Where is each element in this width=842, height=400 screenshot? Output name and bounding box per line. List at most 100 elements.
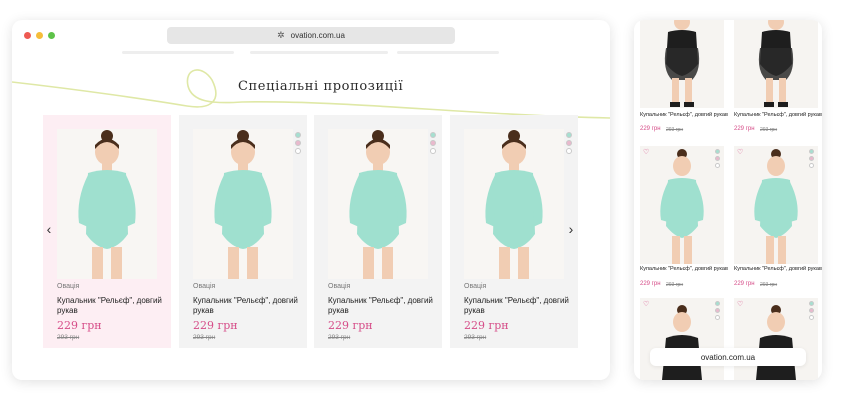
product-price: 229 грн: [328, 319, 373, 332]
product-card[interactable]: Овація Купальник "Рельєф", довгий рукав …: [179, 115, 307, 348]
swatch-white[interactable]: [715, 163, 720, 168]
carousel-prev-button[interactable]: ‹: [43, 221, 55, 237]
product-photo[interactable]: [328, 129, 428, 279]
swatch-pink[interactable]: [295, 140, 301, 146]
product-brand: Овація: [328, 283, 351, 290]
minimize-window-dot[interactable]: [36, 32, 43, 39]
product-photo[interactable]: [734, 146, 818, 264]
carousel-next-button[interactable]: ›: [565, 221, 577, 237]
swatch-white[interactable]: [566, 148, 572, 154]
color-swatches: [430, 132, 436, 154]
product-photo[interactable]: [464, 129, 564, 279]
product-brand: Овація: [193, 283, 216, 290]
girl-mint-leotard-image: [78, 130, 136, 279]
product-name[interactable]: Купальник "Рельєф", довгий рукав: [464, 296, 570, 316]
product-old-price: 293 грн: [57, 334, 80, 341]
swatch-mint[interactable]: [809, 149, 814, 154]
product-old-price: 293 грн: [760, 127, 778, 133]
product-card[interactable]: Овація Купальник "Рельєф", довгий рукав …: [43, 115, 171, 348]
swatch-white[interactable]: [295, 148, 301, 154]
product-card[interactable]: Овація Купальник "Рельєф", довгий рукав …: [314, 115, 442, 348]
heart-icon[interactable]: ♡: [737, 300, 743, 308]
product-photo[interactable]: [734, 298, 818, 380]
mobile-address-bar[interactable]: ovation.com.ua: [650, 348, 806, 366]
swatch-pink[interactable]: [430, 140, 436, 146]
swatch-pink[interactable]: [715, 308, 720, 313]
product-name[interactable]: Купальник "Рельєф", довгий рукав: [193, 296, 299, 316]
heart-icon[interactable]: ♡: [643, 300, 649, 308]
chevron-left-icon: ‹: [46, 221, 52, 237]
product-price: 229 грн: [193, 319, 238, 332]
heart-icon[interactable]: ♡: [643, 148, 649, 156]
nav-placeholder-bar: [250, 51, 388, 54]
girl-black-leotard-image: [662, 305, 702, 380]
swatch-pink[interactable]: [566, 140, 572, 146]
product-price: 229 грн: [464, 319, 509, 332]
product-price: 229 грн: [640, 281, 661, 287]
swatch-white[interactable]: [430, 148, 436, 154]
swatch-white[interactable]: [715, 315, 720, 320]
product-brand: Овація: [464, 283, 487, 290]
desktop-browser-window: ✲ ovation.com.ua Спеціальні пропозиції О…: [12, 20, 610, 380]
swatch-white[interactable]: [809, 163, 814, 168]
product-old-price: 293 грн: [193, 334, 216, 341]
product-photo[interactable]: [193, 129, 293, 279]
color-swatches: [809, 301, 814, 320]
swatch-pink[interactable]: [809, 156, 814, 161]
girl-mint-leotard-image: [349, 130, 407, 279]
product-old-price: 293 грн: [760, 282, 778, 288]
product-name[interactable]: Купальник "Рельєф", довгий рукав: [57, 296, 163, 316]
color-swatches: [715, 301, 720, 320]
girl-black-leotard-image: [756, 305, 796, 380]
product-name[interactable]: Купальник "Рельєф", довгий рукав: [734, 112, 822, 119]
swatch-mint[interactable]: [430, 132, 436, 138]
girl-black-leotard-image: [664, 20, 700, 107]
chevron-right-icon: ›: [568, 221, 574, 237]
mobile-address-url: ovation.com.ua: [700, 352, 756, 362]
swatch-mint[interactable]: [809, 301, 814, 306]
girl-black-leotard-image: [758, 20, 794, 107]
girl-mint-leotard-image: [485, 130, 543, 279]
heart-icon[interactable]: ♡: [737, 148, 743, 156]
girl-mint-leotard-image: [754, 149, 798, 264]
product-name[interactable]: Купальник "Рельєф", довгий рукав: [640, 266, 728, 273]
product-price: 229 грн: [57, 319, 102, 332]
swatch-white[interactable]: [809, 315, 814, 320]
section-title: Спеціальні пропозиції: [238, 79, 404, 94]
ovation-logo-icon: ✲: [277, 30, 285, 40]
product-old-price: 293 грн: [328, 334, 351, 341]
product-photo[interactable]: [640, 20, 724, 108]
product-price: 229 грн: [734, 126, 755, 132]
product-photo[interactable]: [640, 298, 724, 380]
product-photo[interactable]: [734, 20, 818, 108]
nav-placeholder-bar: [122, 51, 234, 54]
close-window-dot[interactable]: [24, 32, 31, 39]
product-brand: Овація: [57, 283, 80, 290]
maximize-window-dot[interactable]: [48, 32, 55, 39]
address-bar[interactable]: ✲ ovation.com.ua: [167, 27, 455, 44]
color-swatches: [566, 132, 572, 154]
product-price: 229 грн: [640, 126, 661, 132]
mobile-phone-screen: Купальник "Рельєф", довгий рукав 229 грн…: [634, 20, 822, 380]
product-card[interactable]: Овація Купальник "Рельєф", довгий рукав …: [450, 115, 578, 348]
girl-mint-leotard-image: [660, 149, 704, 264]
address-bar-url: ovation.com.ua: [290, 31, 345, 40]
swatch-mint[interactable]: [566, 132, 572, 138]
color-swatches: [295, 132, 301, 154]
swatch-pink[interactable]: [809, 308, 814, 313]
swatch-mint[interactable]: [295, 132, 301, 138]
product-photo[interactable]: [640, 146, 724, 264]
color-swatches: [715, 149, 720, 168]
swatch-mint[interactable]: [715, 301, 720, 306]
product-photo[interactable]: [57, 129, 157, 279]
color-swatches: [809, 149, 814, 168]
product-old-price: 293 грн: [666, 282, 684, 288]
nav-placeholder-bar: [397, 51, 499, 54]
swatch-pink[interactable]: [715, 156, 720, 161]
product-old-price: 293 грн: [464, 334, 487, 341]
product-name[interactable]: Купальник "Рельєф", довгий рукав: [640, 112, 728, 119]
swatch-mint[interactable]: [715, 149, 720, 154]
product-name[interactable]: Купальник "Рельєф", довгий рукав: [734, 266, 822, 273]
showcase-stage: ✲ ovation.com.ua Спеціальні пропозиції О…: [0, 0, 842, 400]
product-name[interactable]: Купальник "Рельєф", довгий рукав: [328, 296, 434, 316]
